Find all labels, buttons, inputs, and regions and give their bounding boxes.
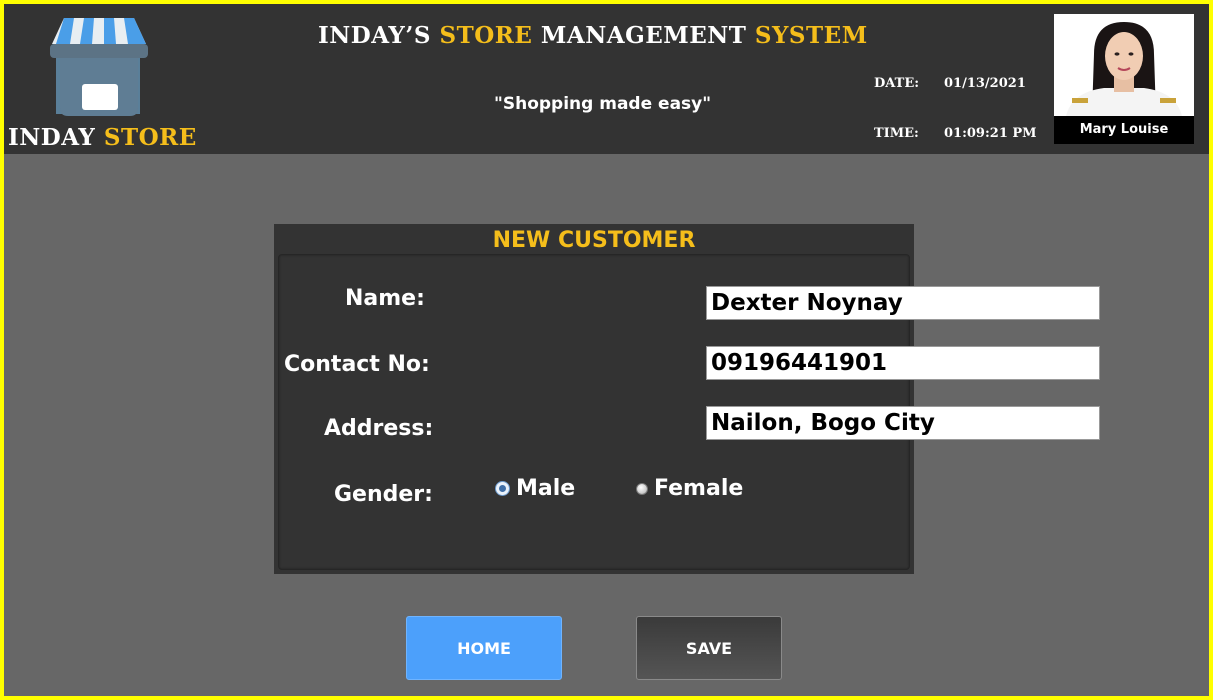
gender-female-radio[interactable]: Female [636, 476, 743, 501]
tagline: "Shopping made easy" [494, 94, 712, 114]
logo-text-part2: STORE [103, 124, 197, 151]
gender-male-label: Male [516, 476, 576, 501]
date-value: 01/13/2021 [944, 76, 1026, 91]
gender-male-radio[interactable]: Male [495, 476, 575, 501]
gender-female-label: Female [654, 476, 744, 501]
user-photo: Mary Louise [1054, 14, 1194, 144]
app-window: INDAY STORE INDAY’S STORE MANAGEMENT SYS… [4, 4, 1209, 696]
address-label: Address: [324, 416, 434, 441]
title-part2: STORE [439, 22, 533, 49]
app-title: INDAY’S STORE MANAGEMENT SYSTEM [318, 22, 868, 49]
logo-text: INDAY STORE [8, 124, 197, 151]
contact-input[interactable] [706, 346, 1100, 380]
radio-unselected-icon [636, 482, 648, 495]
gender-label: Gender: [334, 482, 433, 507]
address-input[interactable] [706, 406, 1100, 440]
save-button[interactable]: SAVE [636, 616, 782, 680]
user-name: Mary Louise [1054, 116, 1194, 144]
new-customer-panel: NEW CUSTOMER Name: Contact No: Address: … [274, 224, 1100, 574]
store-logo: INDAY STORE [4, 4, 204, 154]
time-value: 01:09:21 PM [944, 126, 1037, 141]
radio-selected-icon [495, 481, 510, 496]
title-part3: MANAGEMENT [540, 22, 747, 49]
time-label: TIME: [874, 126, 919, 141]
title-part1: INDAY’S [318, 22, 431, 49]
home-button[interactable]: HOME [406, 616, 562, 680]
logo-text-part1: INDAY [8, 124, 96, 151]
user-avatar-icon [1054, 14, 1194, 116]
store-icon [50, 18, 148, 116]
title-part4: SYSTEM [754, 22, 868, 49]
contact-label: Contact No: [284, 352, 430, 377]
date-label: DATE: [874, 76, 920, 91]
header-bar: INDAY STORE INDAY’S STORE MANAGEMENT SYS… [4, 4, 1209, 154]
name-label: Name: [345, 286, 425, 311]
panel-title: NEW CUSTOMER [492, 228, 696, 253]
name-input[interactable] [706, 286, 1100, 320]
